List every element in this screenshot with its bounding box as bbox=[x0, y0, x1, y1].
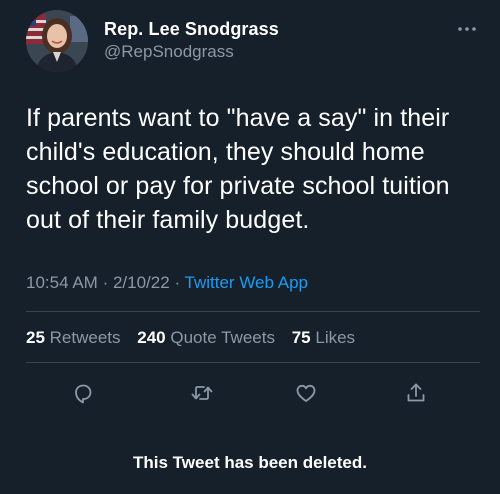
author-info: Rep. Lee Snodgrass @RepSnodgrass bbox=[104, 18, 279, 63]
tweet-header: Rep. Lee Snodgrass @RepSnodgrass bbox=[26, 10, 480, 74]
retweets-count: 25 bbox=[26, 328, 45, 347]
share-button[interactable] bbox=[401, 378, 431, 408]
author-handle[interactable]: @RepSnodgrass bbox=[104, 41, 279, 63]
like-button[interactable] bbox=[291, 378, 321, 408]
retweets-stat[interactable]: 25 Retweets bbox=[26, 328, 121, 347]
tweet-source-link[interactable]: Twitter Web App bbox=[185, 273, 308, 292]
likes-stat[interactable]: 75 Likes bbox=[292, 328, 355, 347]
quote-tweets-label: Quote Tweets bbox=[170, 328, 275, 347]
more-horizontal-icon bbox=[458, 27, 476, 31]
more-options-button[interactable] bbox=[454, 22, 480, 36]
retweets-label: Retweets bbox=[49, 328, 121, 347]
quote-tweets-count: 240 bbox=[137, 328, 166, 347]
likes-label: Likes bbox=[315, 328, 356, 347]
avatar[interactable] bbox=[26, 10, 88, 72]
profile-photo-icon bbox=[26, 10, 88, 72]
tweet-actions bbox=[0, 378, 500, 408]
tweet-time[interactable]: 10:54 AM bbox=[26, 273, 98, 292]
tweet-meta: 10:54 AM · 2/10/22 · Twitter Web App bbox=[26, 271, 308, 295]
divider bbox=[26, 362, 480, 363]
meta-separator: · bbox=[174, 273, 181, 292]
quote-tweets-stat[interactable]: 240 Quote Tweets bbox=[137, 328, 275, 347]
reply-icon bbox=[75, 384, 92, 404]
share-icon bbox=[407, 383, 425, 402]
divider bbox=[26, 311, 480, 312]
likes-count: 75 bbox=[291, 328, 311, 347]
reply-button[interactable] bbox=[68, 378, 98, 408]
heart-icon bbox=[296, 384, 316, 402]
display-name[interactable]: Rep. Lee Snodgrass bbox=[104, 18, 279, 40]
retweet-icon bbox=[191, 386, 213, 400]
meta-separator: · bbox=[102, 273, 109, 292]
deleted-notice: This Tweet has been deleted. bbox=[133, 453, 367, 472]
tweet-card: Rep. Lee Snodgrass @RepSnodgrass If pare… bbox=[0, 0, 500, 494]
retweet-button[interactable] bbox=[187, 378, 217, 408]
tweet-date[interactable]: 2/10/22 bbox=[113, 273, 170, 292]
tweet-stats: 25 Retweets 240 Quote Tweets 75 Likes bbox=[26, 326, 355, 350]
tweet-text: If parents want to "have a say" in their… bbox=[26, 104, 450, 234]
